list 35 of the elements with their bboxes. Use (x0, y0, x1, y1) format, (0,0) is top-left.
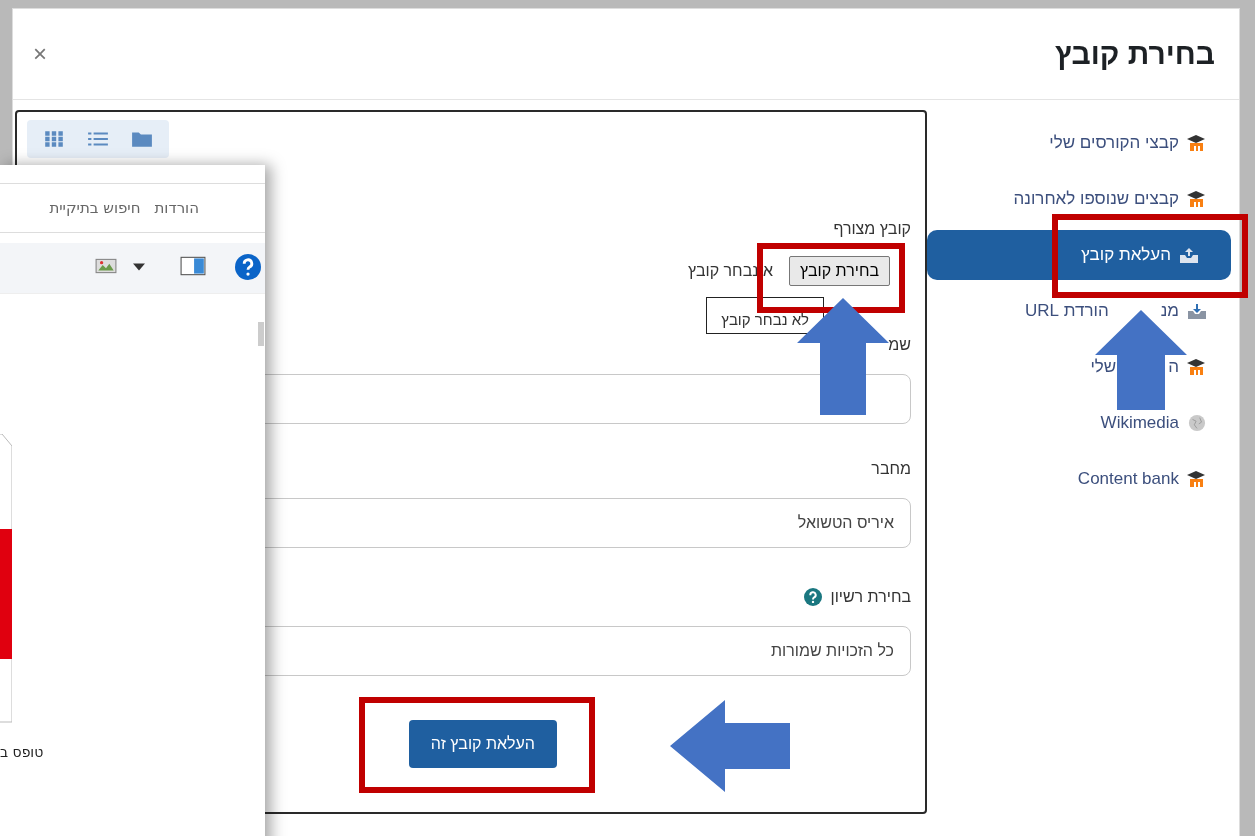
graduation-cap-icon (1187, 358, 1207, 376)
no-file-text: א נבחר קובץ (687, 262, 773, 280)
field-label: שמ (888, 336, 911, 354)
sidebar-item[interactable]: Content bank (925, 451, 1239, 507)
help-icon[interactable] (804, 588, 823, 606)
list-view-icon[interactable] (87, 130, 109, 148)
breadcrumb[interactable]: הורדות (154, 199, 199, 217)
globe-icon (1187, 414, 1207, 432)
preview-pane-icon[interactable] (180, 256, 206, 276)
sidebar-item[interactable]: מנ הורדת URL (925, 283, 1239, 339)
field-label: מחבר (871, 460, 911, 478)
graduation-cap-icon (1187, 190, 1207, 208)
search-field[interactable]: חיפוש בתיקיית (49, 199, 141, 217)
graduation-cap-icon (1187, 134, 1207, 152)
image-icon[interactable] (95, 257, 117, 275)
sidebar-item[interactable]: קבצים שנוספו לאחרונה (925, 171, 1239, 227)
upload-file-button[interactable]: העלאת קובץ זה (408, 720, 557, 768)
sidebar-item[interactable]: קבצי הקורסים שלי (925, 115, 1239, 171)
close-button[interactable]: × (33, 40, 47, 68)
scrollbar-thumb[interactable] (258, 322, 264, 346)
folder-icon[interactable] (131, 130, 153, 148)
file-name[interactable]: טופס ב (0, 744, 44, 760)
field-label: בחירת רשיון (830, 588, 911, 606)
sidebar-item[interactable]: ה שלי (925, 339, 1239, 395)
grid-view-icon[interactable] (43, 130, 65, 148)
sidebar-item[interactable]: העלאת קובץ (927, 230, 1231, 280)
caret-icon[interactable] (133, 263, 145, 271)
graduation-cap-icon (1187, 470, 1207, 488)
choose-file-button[interactable]: בחירת קובץ (788, 256, 890, 286)
dialog-title: בחירת קובץ (1055, 37, 1215, 71)
field-label: קובץ מצורף (833, 220, 911, 238)
upload-icon (1179, 246, 1199, 264)
help-icon[interactable] (235, 254, 261, 280)
download-icon (1187, 302, 1207, 320)
sidebar-item[interactable]: Wikimedia (925, 395, 1239, 451)
